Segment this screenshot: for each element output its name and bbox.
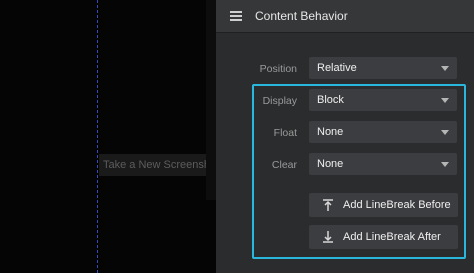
chevron-down-icon — [441, 66, 449, 71]
ghost-label: Take a New Screenshot — [99, 154, 211, 176]
guide-line — [97, 0, 98, 273]
position-label: Position — [259, 63, 297, 75]
chevron-down-icon — [441, 98, 449, 103]
float-select[interactable]: None — [309, 121, 457, 143]
panel-header: Content Behavior — [216, 0, 474, 33]
position-value: Relative — [317, 62, 357, 74]
linebreak-after-icon — [323, 231, 333, 243]
add-linebreak-before-button[interactable]: Add LineBreak Before — [309, 193, 458, 217]
clear-select[interactable]: None — [309, 153, 457, 175]
float-value: None — [317, 126, 344, 138]
add-linebreak-before-label: Add LineBreak Before — [343, 199, 451, 211]
display-label: Display — [262, 95, 297, 107]
panel-title: Content Behavior — [255, 9, 348, 23]
panel-divider — [206, 0, 216, 200]
content-behavior-panel: Content Behavior Position Relative Displ… — [216, 0, 474, 273]
add-linebreak-after-button[interactable]: Add LineBreak After — [309, 225, 458, 249]
linebreak-before-icon — [323, 199, 333, 211]
clear-label: Clear — [271, 159, 297, 171]
add-linebreak-after-label: Add LineBreak After — [343, 231, 441, 243]
hamburger-icon[interactable] — [230, 11, 242, 21]
position-select[interactable]: Relative — [309, 57, 457, 79]
clear-value: None — [317, 158, 344, 170]
chevron-down-icon — [441, 130, 449, 135]
chevron-down-icon — [441, 162, 449, 167]
display-select[interactable]: Block — [309, 89, 457, 111]
canvas-area: Take a New Screenshot — [0, 0, 216, 273]
display-value: Block — [317, 94, 344, 106]
float-label: Float — [273, 127, 297, 139]
